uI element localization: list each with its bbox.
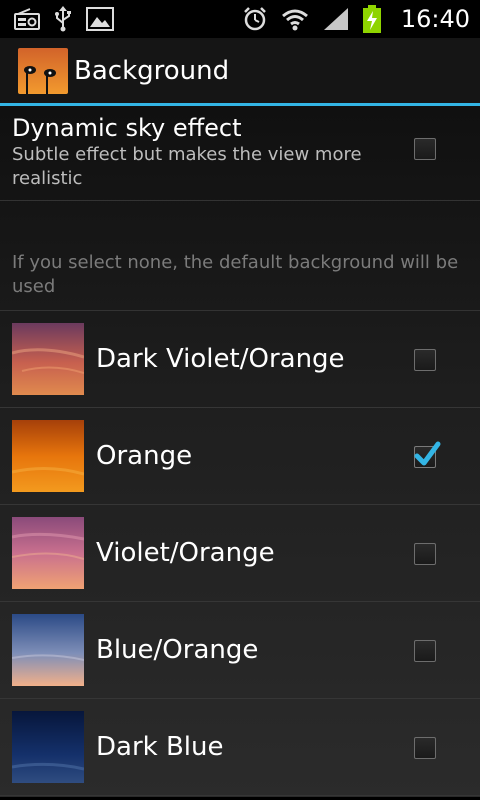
background-checkbox[interactable]	[414, 349, 436, 371]
background-option[interactable]: Dark Blue	[0, 699, 480, 796]
page-title: Background	[74, 55, 230, 86]
background-checkbox[interactable]	[414, 543, 436, 565]
background-label: Orange	[96, 441, 193, 471]
radio-icon	[14, 8, 40, 30]
background-thumbnail	[12, 711, 84, 783]
alarm-icon	[243, 7, 267, 31]
background-label: Dark Violet/Orange	[96, 344, 345, 374]
background-thumbnail	[12, 420, 84, 492]
dynamic-sky-row[interactable]: Dynamic sky effect Subtle effect but mak…	[0, 106, 480, 201]
app-icon[interactable]	[18, 47, 68, 94]
dynamic-sky-checkbox[interactable]	[414, 138, 436, 160]
preferences-list: Dynamic sky effect Subtle effect but mak…	[0, 106, 480, 797]
background-thumbnail	[12, 517, 84, 589]
background-label: Violet/Orange	[96, 538, 275, 568]
background-checkbox-checked[interactable]	[414, 441, 441, 468]
dynamic-sky-title: Dynamic sky effect	[12, 114, 242, 142]
status-notifications	[14, 6, 114, 32]
checkmark-icon	[414, 441, 441, 466]
wifi-icon	[281, 7, 309, 31]
background-option[interactable]: Blue/Orange	[0, 602, 480, 699]
status-system: 16:40	[243, 5, 470, 33]
action-bar: Background	[0, 38, 480, 106]
background-option[interactable]: Dark Violet/Orange	[0, 311, 480, 408]
background-thumbnail	[12, 614, 84, 686]
status-time: 16:40	[400, 5, 470, 33]
usb-icon	[54, 6, 72, 32]
hint-text: If you select none, the default backgrou…	[0, 201, 480, 311]
background-option[interactable]: Violet/Orange	[0, 505, 480, 602]
background-checkbox[interactable]	[414, 737, 436, 759]
signal-icon	[323, 7, 349, 31]
dynamic-sky-summary: Subtle effect but makes the view more re…	[12, 144, 362, 189]
background-option[interactable]: Orange	[0, 408, 480, 505]
background-label: Dark Blue	[96, 732, 224, 762]
gallery-icon	[86, 7, 114, 31]
battery-charging-icon	[362, 5, 381, 33]
status-bar: 16:40	[0, 0, 480, 38]
background-label: Blue/Orange	[96, 635, 259, 665]
background-thumbnail	[12, 323, 84, 395]
background-checkbox[interactable]	[414, 640, 436, 662]
